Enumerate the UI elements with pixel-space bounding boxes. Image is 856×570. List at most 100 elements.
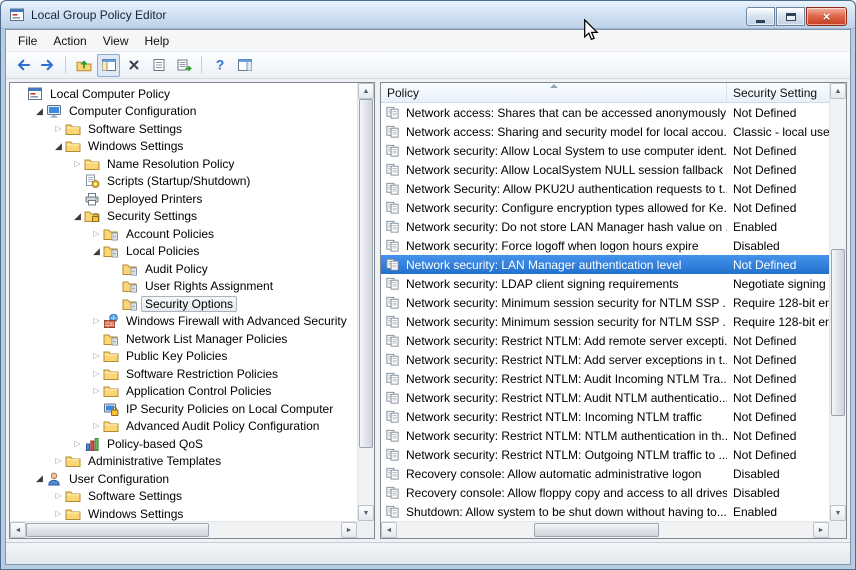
list-vertical-scrollbar[interactable]: ▲▼ — [829, 83, 846, 521]
menu-view[interactable]: View — [95, 31, 137, 51]
expanded-arrow-icon[interactable]: ◢ — [71, 212, 84, 221]
collapsed-arrow-icon[interactable]: ▷ — [52, 125, 65, 133]
scroll-track[interactable] — [397, 522, 813, 538]
collapsed-arrow-icon[interactable]: ▷ — [90, 230, 103, 238]
policy-row-network-security-allow-pku2u-authentication-requ[interactable]: Network Security: Allow PKU2U authentica… — [381, 179, 829, 198]
collapsed-arrow-icon[interactable]: ▷ — [52, 510, 65, 518]
tree-item-local-computer-policy[interactable]: Local Computer Policy — [10, 85, 357, 103]
scroll-track[interactable] — [830, 99, 846, 505]
back-button[interactable] — [11, 54, 34, 77]
tree-vertical-scrollbar[interactable]: ▲▼ — [357, 83, 374, 521]
minimize-button[interactable] — [746, 7, 775, 26]
close-button[interactable]: × — [806, 7, 847, 26]
properties-button[interactable] — [147, 54, 170, 77]
scroll-thumb[interactable] — [26, 523, 209, 537]
scroll-track[interactable] — [358, 99, 374, 505]
scroll-thumb[interactable] — [359, 99, 373, 448]
scroll-down-button[interactable]: ▼ — [358, 505, 374, 521]
policy-row-network-security-lan-manager-authentication-leve[interactable]: Network security: LAN Manager authentica… — [381, 255, 829, 274]
policy-row-network-access-sharing-and-security-model-for-lo[interactable]: Network access: Sharing and security mod… — [381, 122, 829, 141]
policy-row-network-security-do-not-store-lan-manager-hash-v[interactable]: Network security: Do not store LAN Manag… — [381, 217, 829, 236]
policy-row-network-security-allow-localsystem-null-session-[interactable]: Network security: Allow LocalSystem NULL… — [381, 160, 829, 179]
tree-item-security-settings[interactable]: ◢Security Settings — [10, 208, 357, 226]
expanded-arrow-icon[interactable]: ◢ — [33, 474, 46, 483]
column-header-policy[interactable]: Policy — [381, 83, 727, 102]
policy-row-network-security-minimum-session-security-for-nt[interactable]: Network security: Minimum session securi… — [381, 312, 829, 331]
tree-item-security-options[interactable]: Security Options — [10, 295, 357, 313]
export-list-button[interactable] — [172, 54, 195, 77]
expanded-arrow-icon[interactable]: ◢ — [33, 107, 46, 116]
delete-button[interactable] — [122, 54, 145, 77]
scroll-right-button[interactable]: ► — [341, 522, 357, 538]
scroll-down-button[interactable]: ▼ — [830, 505, 846, 521]
policy-row-network-security-configure-encryption-types-allo[interactable]: Network security: Configure encryption t… — [381, 198, 829, 217]
maximize-button[interactable] — [776, 7, 805, 26]
policy-row-network-security-minimum-session-security-for-nt[interactable]: Network security: Minimum session securi… — [381, 293, 829, 312]
help-button[interactable]: ? — [208, 54, 231, 77]
show-console-tree-button[interactable] — [97, 54, 120, 77]
tree-item-user-configuration[interactable]: ◢User Configuration — [10, 470, 357, 488]
scroll-thumb[interactable] — [534, 523, 659, 537]
tree-item-windows-settings[interactable]: ◢Windows Settings — [10, 138, 357, 156]
expanded-arrow-icon[interactable]: ◢ — [90, 247, 103, 256]
menu-help[interactable]: Help — [137, 31, 178, 51]
policy-row-network-security-force-logoff-when-logon-hours-e[interactable]: Network security: Force logoff when logo… — [381, 236, 829, 255]
policy-row-network-security-restrict-ntlm-audit-incoming-nt[interactable]: Network security: Restrict NTLM: Audit I… — [381, 369, 829, 388]
collapsed-arrow-icon[interactable]: ▷ — [90, 422, 103, 430]
show-action-pane-button[interactable] — [233, 54, 256, 77]
policy-row-network-security-ldap-client-signing-requirement[interactable]: Network security: LDAP client signing re… — [381, 274, 829, 293]
tree-item-deployed-printers[interactable]: Deployed Printers — [10, 190, 357, 208]
tree-item-software-restriction-policies[interactable]: ▷Software Restriction Policies — [10, 365, 357, 383]
tree-item-administrative-templates[interactable]: ▷Administrative Templates — [10, 453, 357, 471]
collapsed-arrow-icon[interactable]: ▷ — [52, 492, 65, 500]
tree-item-account-policies[interactable]: ▷Account Policies — [10, 225, 357, 243]
policy-row-network-security-restrict-ntlm-audit-ntlm-authen[interactable]: Network security: Restrict NTLM: Audit N… — [381, 388, 829, 407]
list-horizontal-scrollbar[interactable]: ◄► — [381, 521, 829, 538]
scroll-up-button[interactable]: ▲ — [358, 83, 374, 99]
tree-item-software-settings[interactable]: ▷Software Settings — [10, 120, 357, 138]
tree-item-network-list-manager-policies[interactable]: Network List Manager Policies — [10, 330, 357, 348]
tree-item-audit-policy[interactable]: Audit Policy — [10, 260, 357, 278]
tree-item-ip-security-policies-on-local-computer[interactable]: IP Security Policies on Local Computer — [10, 400, 357, 418]
tree-item-name-resolution-policy[interactable]: ▷Name Resolution Policy — [10, 155, 357, 173]
tree-item-computer-configuration[interactable]: ◢Computer Configuration — [10, 103, 357, 121]
policy-row-network-security-restrict-ntlm-add-server-except[interactable]: Network security: Restrict NTLM: Add ser… — [381, 350, 829, 369]
policy-row-network-security-restrict-ntlm-outgoing-ntlm-tra[interactable]: Network security: Restrict NTLM: Outgoin… — [381, 445, 829, 464]
tree-item-user-rights-assignment[interactable]: User Rights Assignment — [10, 278, 357, 296]
tree-item-scripts-startup-shutdown[interactable]: Scripts (Startup/Shutdown) — [10, 173, 357, 191]
scroll-track[interactable] — [26, 522, 341, 538]
title-bar[interactable]: Local Group Policy Editor × — [1, 1, 855, 29]
collapsed-arrow-icon[interactable]: ▷ — [90, 352, 103, 360]
policy-row-shutdown-allow-system-to-be-shut-down-without-ha[interactable]: Shutdown: Allow system to be shut down w… — [381, 502, 829, 521]
policy-row-network-security-restrict-ntlm-add-remote-server[interactable]: Network security: Restrict NTLM: Add rem… — [381, 331, 829, 350]
tree-item-local-policies[interactable]: ◢Local Policies — [10, 243, 357, 261]
menu-file[interactable]: File — [10, 31, 45, 51]
tree-item-windows-settings[interactable]: ▷Windows Settings — [10, 505, 357, 521]
up-button[interactable] — [72, 54, 95, 77]
tree-item-advanced-audit-policy-configuration[interactable]: ▷Advanced Audit Policy Configuration — [10, 418, 357, 436]
tree-horizontal-scrollbar[interactable]: ◄► — [10, 521, 357, 538]
tree-item-application-control-policies[interactable]: ▷Application Control Policies — [10, 383, 357, 401]
collapsed-arrow-icon[interactable]: ▷ — [90, 387, 103, 395]
policy-row-recovery-console-allow-automatic-administrative-[interactable]: Recovery console: Allow automatic admini… — [381, 464, 829, 483]
collapsed-arrow-icon[interactable]: ▷ — [71, 160, 84, 168]
policy-row-network-security-restrict-ntlm-ntlm-authenticati[interactable]: Network security: Restrict NTLM: NTLM au… — [381, 426, 829, 445]
menu-action[interactable]: Action — [45, 31, 94, 51]
scroll-thumb[interactable] — [831, 249, 845, 415]
policy-row-recovery-console-allow-floppy-copy-and-access-to[interactable]: Recovery console: Allow floppy copy and … — [381, 483, 829, 502]
column-header-security-setting[interactable]: Security Setting — [727, 83, 829, 102]
tree-item-windows-firewall-with-advanced-security[interactable]: ▷Windows Firewall with Advanced Security — [10, 313, 357, 331]
collapsed-arrow-icon[interactable]: ▷ — [71, 440, 84, 448]
tree-item-policy-based-qos[interactable]: ▷Policy-based QoS — [10, 435, 357, 453]
collapsed-arrow-icon[interactable]: ▷ — [90, 317, 103, 325]
tree-item-public-key-policies[interactable]: ▷Public Key Policies — [10, 348, 357, 366]
tree-item-software-settings[interactable]: ▷Software Settings — [10, 488, 357, 506]
scroll-left-button[interactable]: ◄ — [10, 522, 26, 538]
collapsed-arrow-icon[interactable]: ▷ — [52, 457, 65, 465]
policy-row-network-access-shares-that-can-be-accessed-anony[interactable]: Network access: Shares that can be acces… — [381, 103, 829, 122]
collapsed-arrow-icon[interactable]: ▷ — [90, 370, 103, 378]
policy-row-network-security-allow-local-system-to-use-compu[interactable]: Network security: Allow Local System to … — [381, 141, 829, 160]
scroll-left-button[interactable]: ◄ — [381, 522, 397, 538]
expanded-arrow-icon[interactable]: ◢ — [52, 142, 65, 151]
forward-button[interactable] — [36, 54, 59, 77]
